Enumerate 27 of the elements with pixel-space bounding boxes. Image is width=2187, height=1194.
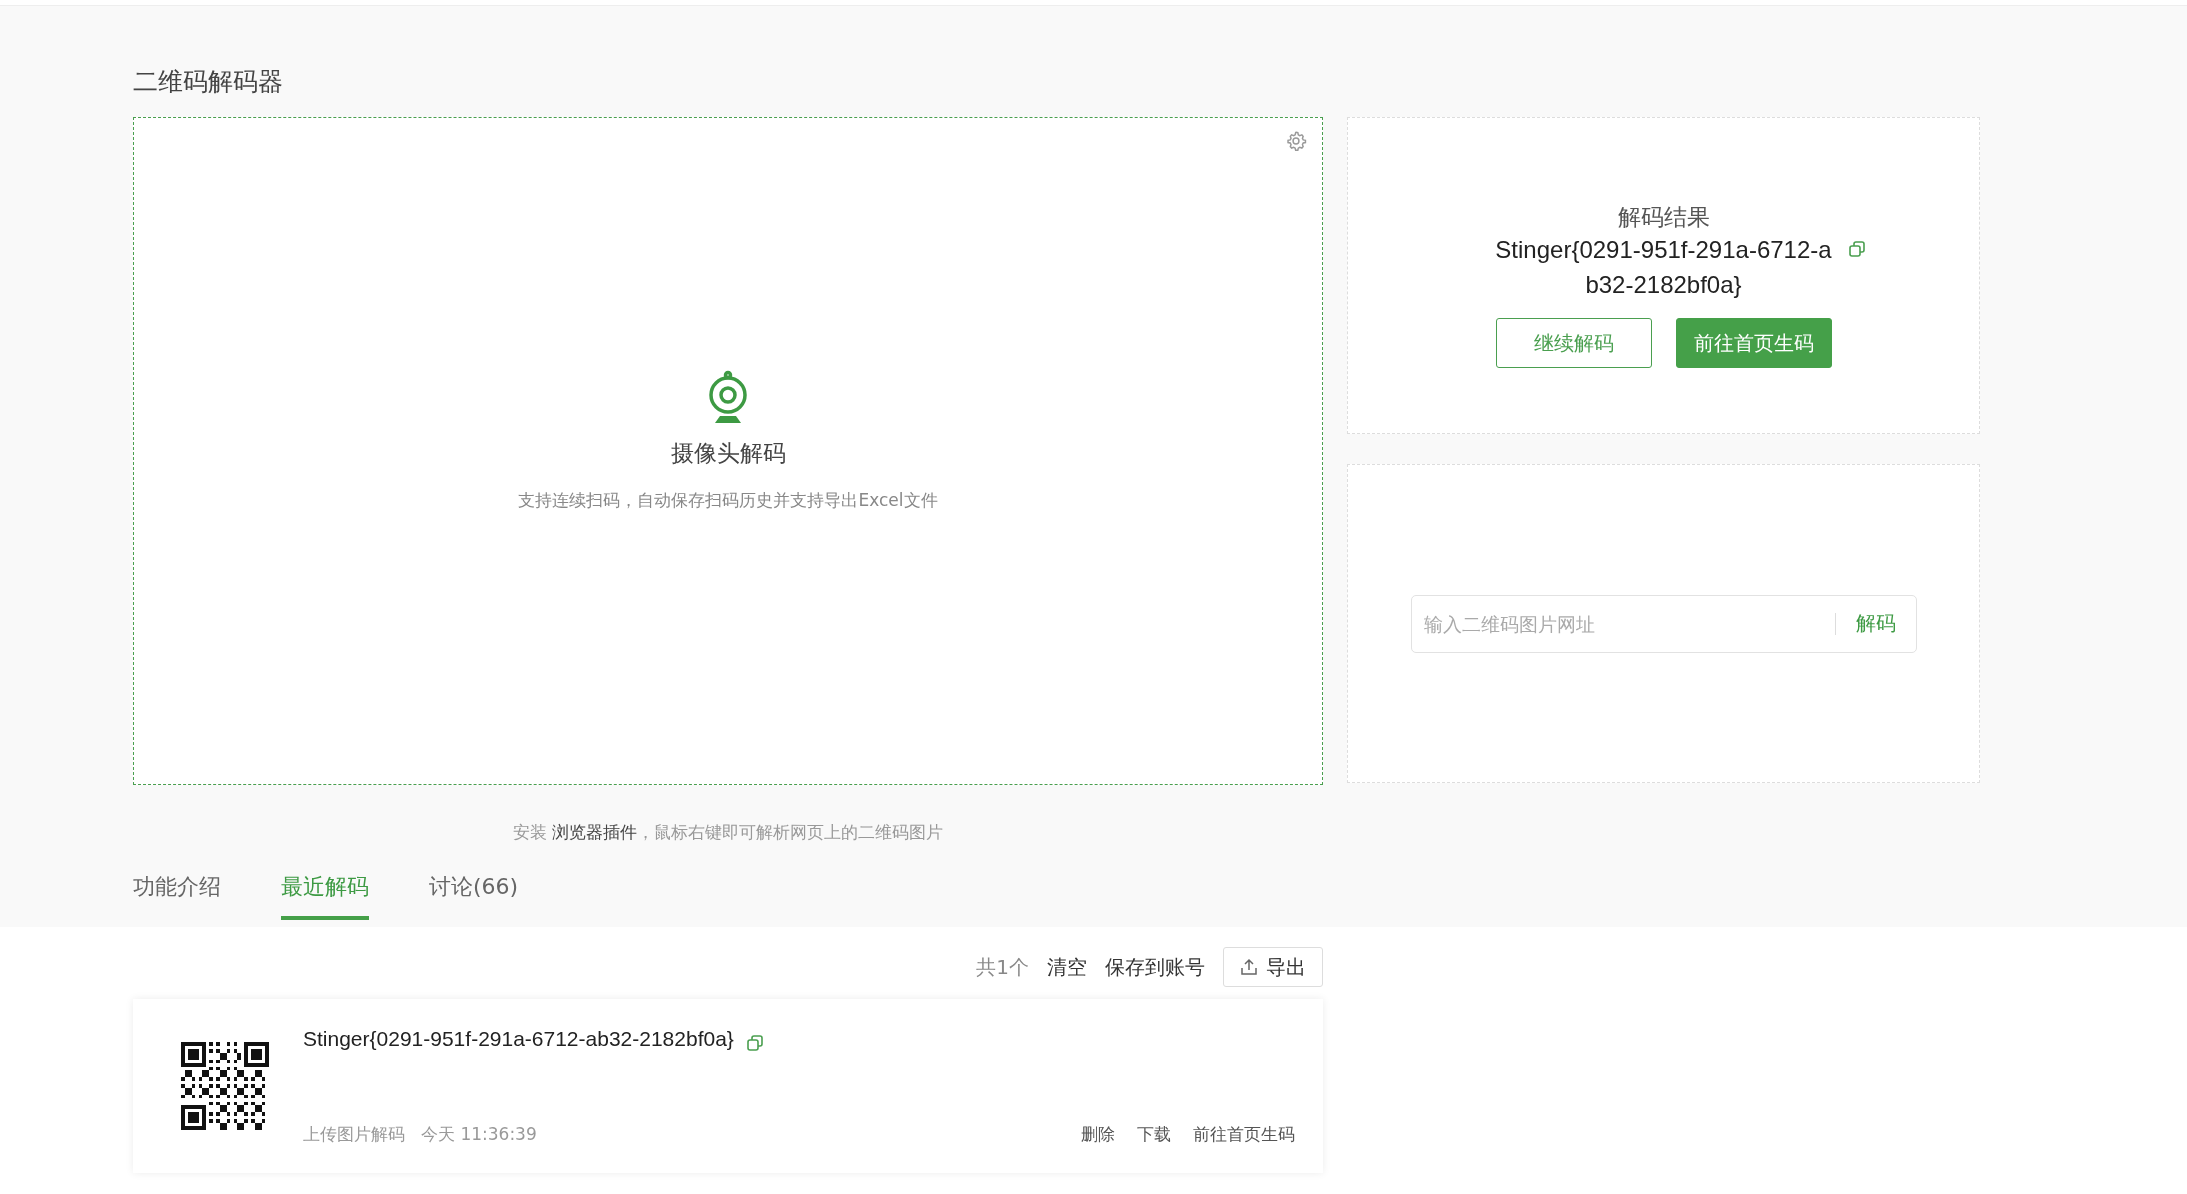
decode-button[interactable]: 解码	[1835, 610, 1916, 637]
decode-source: 上传图片解码	[303, 1123, 405, 1146]
decoded-text: Stinger{0291-951f-291a-6712-ab32-2182bf0a}	[303, 1027, 734, 1051]
copy-icon[interactable]	[745, 1034, 764, 1052]
camera-description: 支持连续扫码，自动保存扫码历史并支持导出Excel文件	[518, 489, 938, 512]
copy-icon[interactable]	[1847, 240, 1866, 258]
card-action-link[interactable]: 删除	[1081, 1123, 1115, 1146]
history-count: 共1个	[976, 953, 1029, 981]
decode-time: 今天 11:36:39	[421, 1123, 537, 1146]
camera-panel[interactable]: 摄像头解码 支持连续扫码，自动保存扫码历史并支持导出Excel文件	[133, 117, 1323, 785]
result-heading: 解码结果	[1617, 203, 1710, 232]
card-action-link[interactable]: 前往首页生码	[1193, 1123, 1295, 1146]
page-title: 二维码解码器	[133, 66, 284, 98]
url-field[interactable]: 输入二维码图片网址 解码	[1410, 594, 1917, 653]
decoded-text: Stinger{0291-951f-291a-6712-ab32-2182bf0a}	[1494, 235, 1833, 300]
qr-code-icon	[181, 1042, 269, 1130]
plugin-hint: 安装 浏览器插件，鼠标右键即可解析网页上的二维码图片	[511, 821, 945, 844]
export-button[interactable]: 导出	[1223, 947, 1323, 987]
toolbar-link[interactable]: 清空	[1047, 953, 1087, 981]
toolbar-link[interactable]: 保存到账号	[1105, 953, 1205, 981]
plugin-link[interactable]: 浏览器插件	[552, 822, 638, 842]
tab[interactable]: 讨论(66)	[429, 866, 519, 920]
upload-icon	[1240, 958, 1258, 976]
camera-title: 摄像头解码	[670, 439, 786, 468]
settings-icon[interactable]	[1285, 130, 1307, 152]
card-action-link[interactable]: 下载	[1137, 1123, 1171, 1146]
tab[interactable]: 功能介绍	[133, 866, 221, 920]
